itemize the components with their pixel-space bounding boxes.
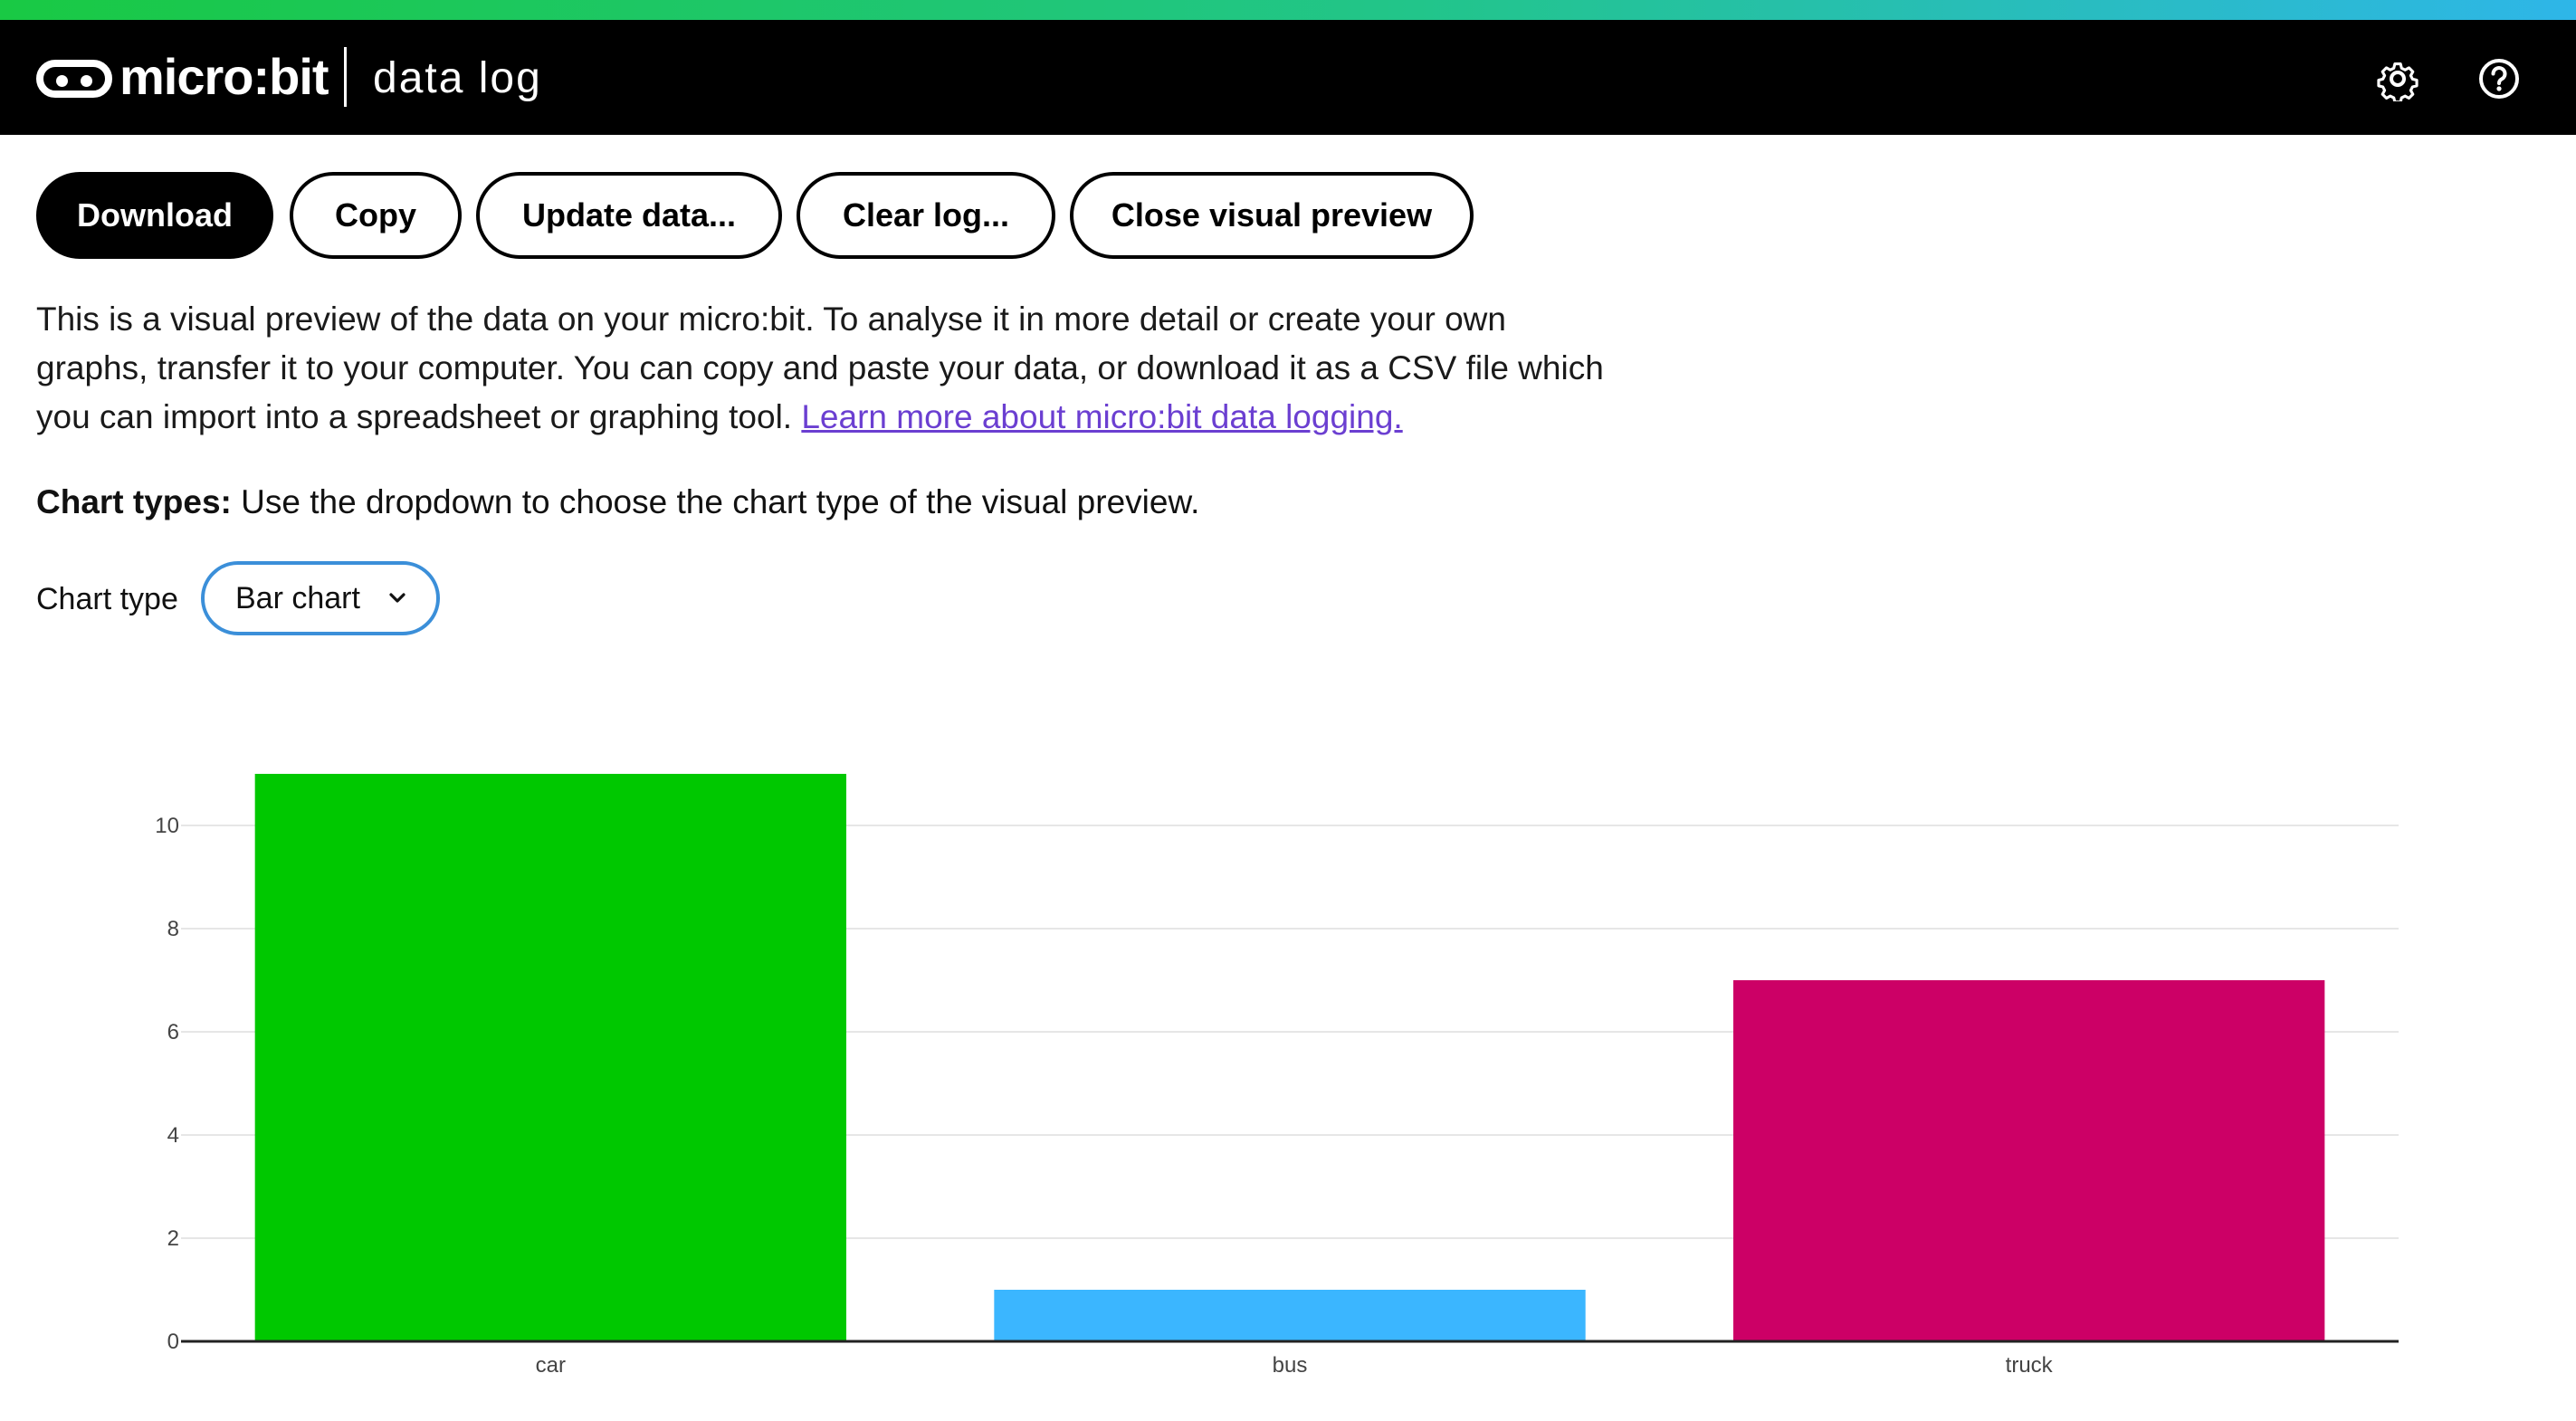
y-tick-label: 10: [155, 814, 179, 838]
x-tick-label: bus: [1273, 1353, 1308, 1378]
intro-paragraph: This is a visual preview of the data on …: [36, 295, 1611, 442]
chart-type-label: Chart type: [36, 582, 178, 616]
copy-button[interactable]: Copy: [290, 172, 462, 259]
chart-types-text: Use the dropdown to choose the chart typ…: [241, 483, 1200, 520]
chart-types-label: Chart types:: [36, 483, 232, 520]
help-icon[interactable]: [2476, 56, 2522, 101]
gear-icon[interactable]: [2375, 56, 2420, 104]
chevron-down-icon: [389, 593, 405, 603]
x-tick-label: car: [536, 1353, 566, 1378]
download-button[interactable]: Download: [36, 172, 273, 259]
app-header: micro:bit data log: [0, 20, 2576, 135]
y-tick-label: 4: [167, 1123, 179, 1148]
microbit-logo-icon: [36, 60, 112, 98]
clear-log-button[interactable]: Clear log...: [797, 172, 1055, 259]
bar-truck: [1733, 980, 2325, 1341]
learn-more-link[interactable]: Learn more about micro:bit data logging.: [801, 398, 1402, 435]
y-tick-label: 0: [167, 1330, 179, 1354]
header-divider: [344, 47, 347, 107]
accent-bar: [0, 0, 2576, 20]
x-tick-label: truck: [2006, 1353, 2054, 1378]
y-tick-label: 2: [167, 1226, 179, 1251]
app-title: data log: [373, 54, 542, 102]
bar-bus: [994, 1290, 1586, 1341]
y-tick-label: 6: [167, 1020, 179, 1044]
update-data-button[interactable]: Update data...: [476, 172, 782, 259]
chart-type-select[interactable]: Bar chart: [201, 561, 440, 635]
y-tick-label: 8: [167, 917, 179, 941]
brand-name: micro:bit: [119, 48, 329, 105]
chart-type-value: Bar chart: [235, 580, 360, 615]
close-visual-preview-button[interactable]: Close visual preview: [1070, 172, 1474, 259]
bar-car: [254, 774, 847, 1341]
chart-types-help: Chart types: Use the dropdown to choose …: [36, 478, 1199, 527]
bar-chart: 0 2 4 6 8 10 car bus truck: [155, 774, 2399, 1378]
